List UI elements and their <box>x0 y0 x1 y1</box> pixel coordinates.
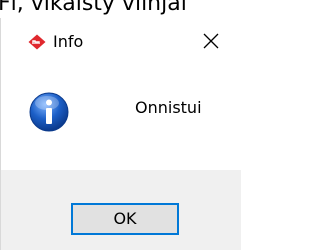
dialog-message: Onnistui <box>135 98 202 117</box>
app-logo-icon <box>28 34 46 50</box>
close-icon <box>203 33 219 53</box>
dialog-title: Info <box>53 32 84 51</box>
dialog-footer: OK <box>1 170 241 250</box>
background-window-title: Fl, vlkaisty vlinjal <box>0 0 187 16</box>
info-icon <box>29 92 69 132</box>
dialog-content: Onnistui <box>1 64 241 172</box>
title-bar[interactable]: Info <box>1 18 241 64</box>
ok-button[interactable]: OK <box>71 203 179 235</box>
info-dialog: Info Onnistui OK <box>0 18 241 250</box>
close-button[interactable] <box>191 26 231 60</box>
